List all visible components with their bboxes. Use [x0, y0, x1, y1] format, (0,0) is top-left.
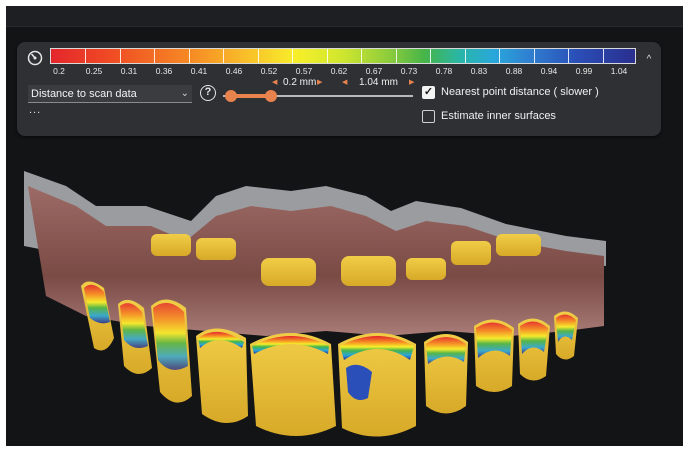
nearest-point-label: Nearest point distance ( slower ) — [441, 86, 599, 98]
deviation-panel: 0.2 0.25 0.31 0.36 0.41 0.46 0.52 0.57 0… — [17, 42, 661, 136]
increase-min-icon[interactable]: ▶ — [317, 78, 322, 86]
chevron-up-icon[interactable]: ^ — [643, 54, 655, 66]
decrease-max-icon[interactable]: ◀ — [342, 78, 347, 86]
min-value[interactable]: 0.2 mm — [283, 77, 316, 88]
scale-tick-label: 0.41 — [190, 66, 208, 76]
scale-tick-label: 0.67 — [365, 66, 383, 76]
range-min-handle[interactable] — [225, 90, 237, 102]
estimate-inner-checkbox[interactable] — [422, 110, 435, 123]
estimate-inner-label: Estimate inner surfaces — [441, 110, 556, 122]
scale-tick-label: 0.73 — [400, 66, 418, 76]
scale-tick-label: 0.83 — [470, 66, 488, 76]
scale-tick-label: 1.04 — [610, 66, 628, 76]
scale-tick-label: 0.99 — [575, 66, 593, 76]
scale-tick-label: 0.25 — [85, 66, 103, 76]
increase-max-icon[interactable]: ▶ — [409, 78, 414, 86]
scale-tick-label: 0.46 — [225, 66, 243, 76]
application-window: 0.2 0.25 0.31 0.36 0.41 0.46 0.52 0.57 0… — [6, 6, 683, 446]
decrease-min-icon[interactable]: ◀ — [272, 78, 277, 86]
gauge-icon[interactable] — [27, 50, 43, 66]
top-toolbar — [6, 6, 683, 27]
scale-tick-label: 0.88 — [505, 66, 523, 76]
scale-tick-label: 0.78 — [435, 66, 453, 76]
scale-tick-label: 0.52 — [260, 66, 278, 76]
more-options[interactable]: ... — [29, 104, 41, 116]
help-icon[interactable]: ? — [200, 85, 216, 101]
mode-select[interactable]: Distance to scan data ⌄ — [28, 85, 192, 103]
scale-tick-label: 0.36 — [155, 66, 173, 76]
mode-select-value: Distance to scan data — [31, 88, 137, 100]
max-value[interactable]: 1.04 mm — [359, 77, 398, 88]
scale-tick-label: 0.31 — [120, 66, 138, 76]
scale-tick-label: 0.62 — [330, 66, 348, 76]
range-max-handle[interactable] — [265, 90, 277, 102]
color-scale-labels: 0.2 0.25 0.31 0.36 0.41 0.46 0.52 0.57 0… — [50, 66, 636, 78]
scale-tick-label: 0.94 — [540, 66, 558, 76]
scale-tick-label: 0.57 — [295, 66, 313, 76]
nearest-point-checkbox[interactable]: ✓ — [422, 86, 435, 99]
color-scale-bar — [50, 48, 636, 64]
chevron-down-icon: ⌄ — [180, 88, 189, 99]
scale-tick-label: 0.2 — [53, 66, 65, 76]
